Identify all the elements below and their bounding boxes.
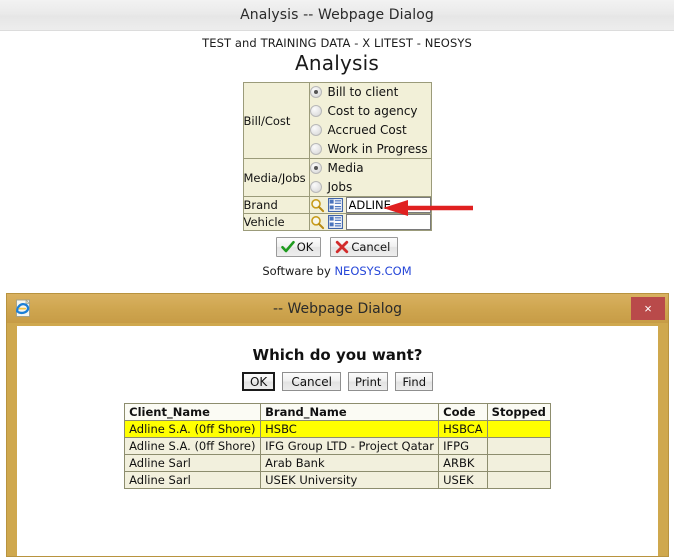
radio-option-accrued-cost[interactable]: Accrued Cost (309, 121, 431, 139)
form-row-vehicle: Vehicle (242, 213, 432, 231)
cell-stopped (486, 437, 551, 455)
column-header-code[interactable]: Code (438, 403, 488, 421)
radio-icon-bill-to-client[interactable] (309, 86, 322, 98)
list-lookup-icon[interactable] (327, 215, 343, 229)
magnifier-icon[interactable] (310, 198, 325, 213)
column-header-stopped[interactable]: Stopped (486, 403, 551, 421)
inner-webpage-dialog: -- Webpage Dialog × Which do you want? O… (6, 293, 669, 557)
ok-button-label: OK (296, 240, 314, 254)
form-row-media-jobs: Media/Jobs Media Jobs (242, 158, 432, 197)
radio-label-media: Media (327, 161, 364, 175)
internet-explorer-icon (16, 299, 31, 317)
form-field-vehicle (308, 213, 432, 231)
close-icon[interactable]: × (631, 297, 665, 320)
outer-window-body: TEST and TRAINING DATA - X LITEST - NEOS… (0, 31, 674, 293)
radio-option-media[interactable]: Media (309, 159, 431, 177)
outer-dialog-button-row: OK Cancel (0, 237, 674, 257)
cell-brand-name: USEK University (260, 471, 440, 489)
radio-icon-jobs[interactable] (309, 181, 322, 193)
radio-icon-accrued-cost[interactable] (309, 124, 322, 136)
cell-stopped (486, 420, 551, 438)
column-header-client-name[interactable]: Client_Name (124, 403, 262, 421)
table-row[interactable]: Adline Sarl USEK University USEK (124, 471, 551, 489)
form-label-media-jobs: Media/Jobs (242, 158, 310, 197)
inner-dialog-titlebar: -- Webpage Dialog × (7, 294, 668, 323)
results-grid: Client_Name Brand_Name Code Stopped Adli… (124, 403, 551, 489)
inner-dialog-body: Which do you want? OK Cancel Print Find … (17, 326, 658, 556)
form-row-bill-cost: Bill/Cost Bill to client Cost to agency (242, 82, 432, 159)
vehicle-value-input[interactable] (345, 214, 431, 230)
screen-root: Analysis -- Webpage Dialog TEST and TRAI… (0, 0, 674, 557)
radio-option-cost-to-agency[interactable]: Cost to agency (309, 102, 431, 120)
cell-client-name: Adline S.A. (0ff Shore) (124, 420, 262, 438)
cell-client-name: Adline Sarl (124, 471, 262, 489)
cell-brand-name: Arab Bank (260, 454, 440, 472)
green-check-icon (280, 240, 295, 253)
form-label-bill-cost: Bill/Cost (242, 82, 310, 159)
table-row[interactable]: Adline Sarl Arab Bank ARBK (124, 454, 551, 472)
prompt-heading: Which do you want? (252, 346, 423, 364)
form-label-brand: Brand (242, 196, 310, 214)
inner-cancel-button[interactable]: Cancel (282, 372, 341, 391)
vehicle-lookup-row (310, 214, 431, 230)
red-arrow-annotation (383, 200, 473, 216)
page-title: Analysis (294, 51, 379, 75)
inner-dialog-title: -- Webpage Dialog (272, 300, 403, 317)
outer-window-titlebar: Analysis -- Webpage Dialog (0, 0, 674, 31)
cell-brand-name: HSBC (260, 420, 440, 438)
form-label-vehicle: Vehicle (242, 213, 310, 231)
ok-button[interactable]: OK (275, 237, 322, 257)
form-field-bill-cost: Bill to client Cost to agency Accrued Co… (308, 82, 432, 159)
radio-label-work-in-progress: Work in Progress (327, 142, 428, 156)
cell-stopped (486, 471, 551, 489)
radio-option-jobs[interactable]: Jobs (309, 178, 431, 196)
radio-option-work-in-progress[interactable]: Work in Progress (309, 140, 431, 158)
cell-code: HSBCA (438, 420, 488, 438)
radio-label-cost-to-agency: Cost to agency (327, 104, 418, 118)
magnifier-icon[interactable] (310, 215, 325, 230)
inner-print-button[interactable]: Print (347, 372, 389, 391)
cell-code: ARBK (438, 454, 488, 472)
analysis-form-wrapper: Bill/Cost Bill to client Cost to agency (0, 82, 674, 231)
form-field-media-jobs: Media Jobs (308, 158, 432, 197)
software-credit: Software by NEOSYS.COM (0, 264, 674, 278)
table-row[interactable]: Adline S.A. (0ff Shore) HSBC HSBCA (124, 420, 551, 438)
cell-brand-name: IFG Group LTD - Project Qatar (260, 437, 440, 455)
cell-client-name: Adline S.A. (0ff Shore) (124, 437, 262, 455)
radio-label-jobs: Jobs (327, 180, 353, 194)
red-cross-icon (336, 240, 349, 254)
table-row[interactable]: Adline S.A. (0ff Shore) IFG Group LTD - … (124, 437, 551, 455)
column-header-brand-name[interactable]: Brand_Name (260, 403, 440, 421)
cancel-button[interactable]: Cancel (330, 237, 399, 257)
inner-ok-button[interactable]: OK (241, 372, 276, 391)
cell-client-name: Adline Sarl (124, 454, 262, 472)
neosys-link[interactable]: NEOSYS.COM (334, 264, 411, 278)
cell-code: USEK (438, 471, 488, 489)
environment-subtitle: TEST and TRAINING DATA - X LITEST - NEOS… (202, 36, 472, 50)
table-header-row: Client_Name Brand_Name Code Stopped (124, 403, 551, 421)
cancel-button-label: Cancel (351, 240, 391, 254)
radio-icon-work-in-progress[interactable] (309, 143, 322, 155)
inner-find-button[interactable]: Find (395, 372, 433, 391)
radio-label-bill-to-client: Bill to client (327, 85, 399, 99)
inner-dialog-button-row: OK Cancel Print Find (17, 372, 658, 391)
radio-icon-cost-to-agency[interactable] (309, 105, 322, 117)
outer-window-title: Analysis -- Webpage Dialog (240, 7, 434, 23)
radio-option-bill-to-client[interactable]: Bill to client (309, 83, 431, 101)
cell-code: IFPG (438, 437, 488, 455)
radio-icon-media[interactable] (309, 162, 322, 174)
cell-stopped (486, 454, 551, 472)
results-grid-wrapper: Client_Name Brand_Name Code Stopped Adli… (17, 403, 658, 489)
software-credit-prefix: Software by (262, 264, 331, 278)
radio-label-accrued-cost: Accrued Cost (327, 123, 407, 137)
list-lookup-icon[interactable] (327, 198, 343, 212)
